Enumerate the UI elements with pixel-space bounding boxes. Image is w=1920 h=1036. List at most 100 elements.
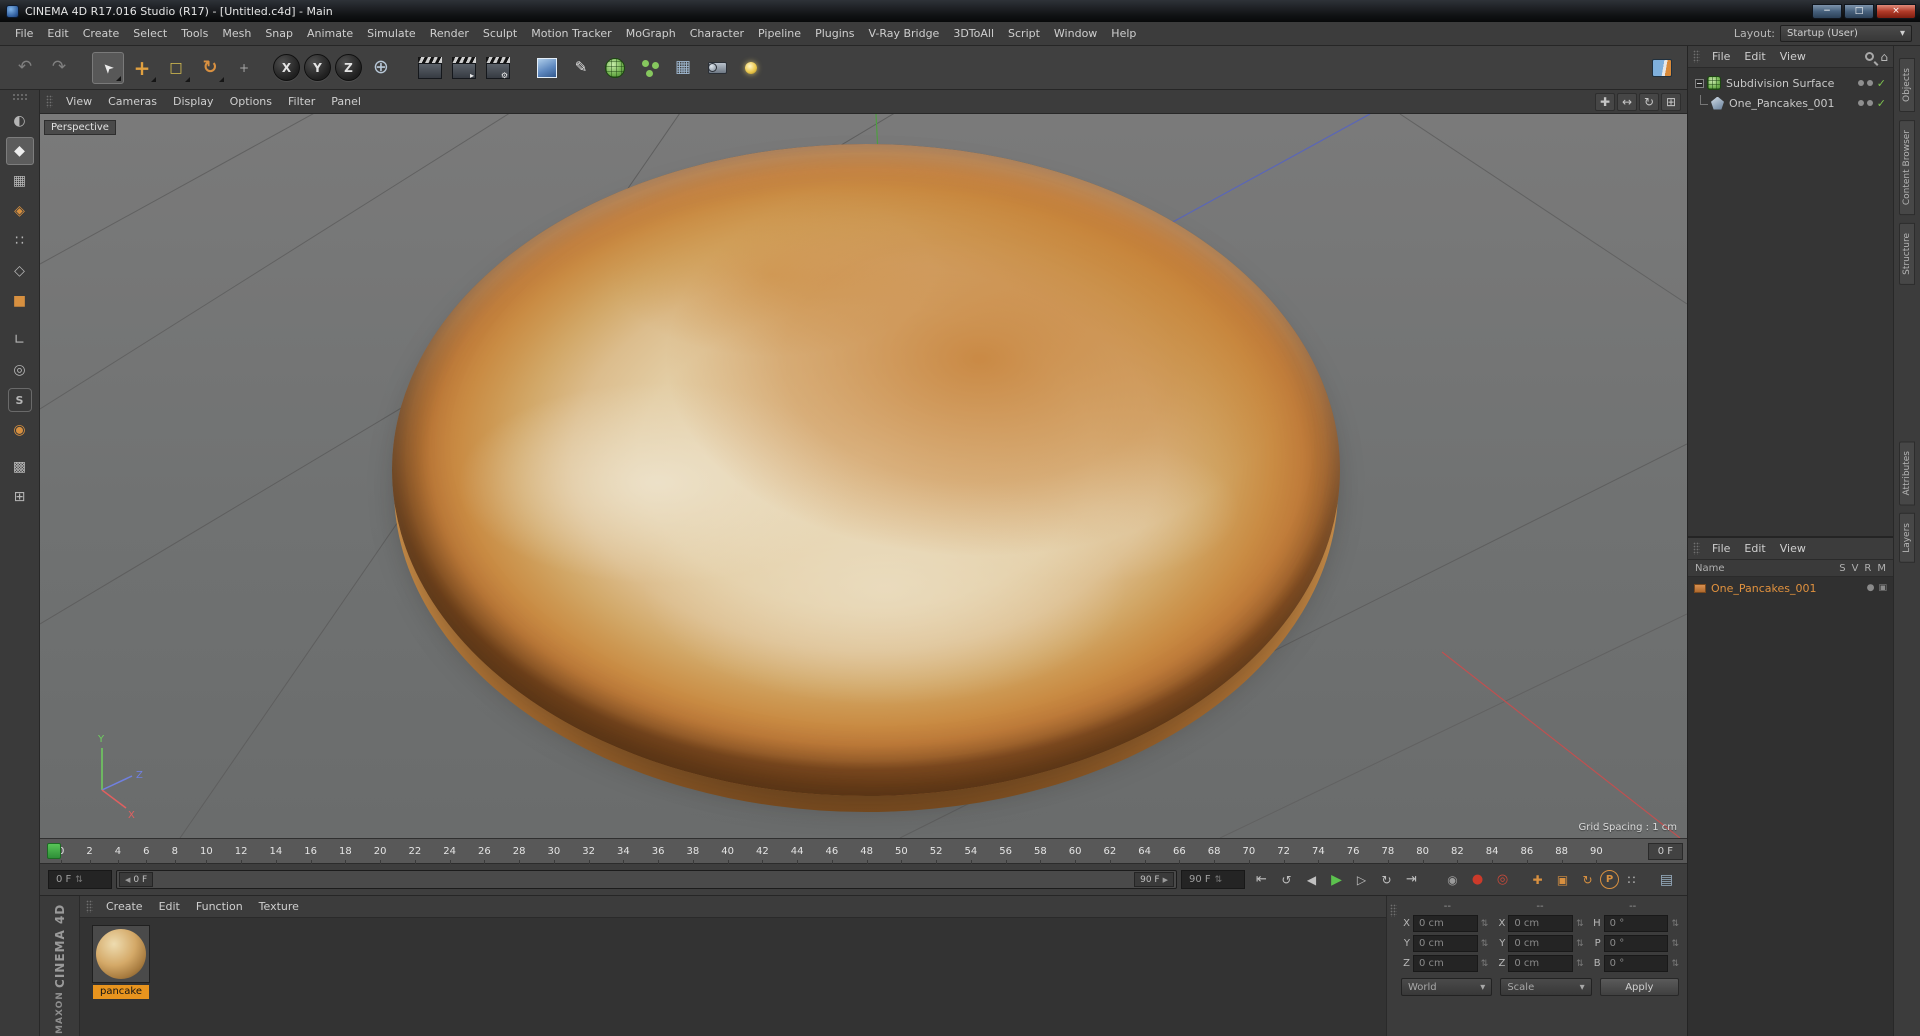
pan-view[interactable]: ✚ <box>1595 92 1615 111</box>
material-menu-item[interactable]: Create <box>98 900 151 913</box>
keyframe-selection[interactable]: ◎ <box>1490 869 1515 891</box>
side-tab[interactable]: Layers <box>1899 513 1915 564</box>
record-rotation[interactable]: ↻ <box>1575 869 1600 891</box>
material-item[interactable]: pancake <box>90 925 152 999</box>
points-mode[interactable]: ∷ <box>6 227 34 255</box>
menu-item[interactable]: 3DToAll <box>946 27 1001 40</box>
play-forwards[interactable]: ▶ <box>1324 869 1349 891</box>
menu-item[interactable]: Create <box>76 27 127 40</box>
side-tab[interactable]: Attributes <box>1899 441 1915 506</box>
menu-item[interactable]: Help <box>1104 27 1143 40</box>
next-frame[interactable]: ▷ <box>1349 869 1374 891</box>
viewport-menu-item[interactable]: Filter <box>280 95 323 108</box>
live-selection[interactable]: ➤ <box>92 51 124 84</box>
stepper-icon[interactable]: ⇅ <box>1215 875 1223 885</box>
light[interactable] <box>735 52 767 84</box>
subdivision-surface[interactable] <box>599 52 631 84</box>
current-frame-marker[interactable] <box>47 843 61 859</box>
snap-toggle[interactable]: S <box>7 388 32 412</box>
menu-item[interactable]: Render <box>423 27 476 40</box>
record-position[interactable]: ✚ <box>1525 869 1550 891</box>
rotate-tool[interactable]: ↻ <box>194 52 226 84</box>
menu-item[interactable]: MoGraph <box>619 27 683 40</box>
timeline-ruler[interactable]: 0 2 4 6 8 10 12 14 16 18 20 22 24 26 28 30 32 34 36 38 40 42 4… <box>40 838 1687 864</box>
stepper-icon[interactable]: ⇅ <box>1481 919 1489 929</box>
side-tab[interactable]: Structure <box>1899 223 1915 286</box>
layer-manager-menu-item[interactable]: File <box>1705 542 1737 555</box>
position-field[interactable]: 0 cm <box>1413 955 1478 972</box>
render-visibility-dot[interactable] <box>1866 80 1873 86</box>
range-end-field[interactable]: 90 F ⇅ <box>1181 870 1245 889</box>
palette-grip[interactable] <box>1390 904 1397 917</box>
scale-mode-select[interactable]: Scale ▾ <box>1500 978 1592 996</box>
record-pla[interactable]: ∷ <box>1619 869 1644 891</box>
floor-grid[interactable]: ▦ <box>667 52 699 84</box>
layer-color-swatch[interactable] <box>1694 583 1706 593</box>
side-tab[interactable]: Content Browser <box>1899 120 1915 216</box>
record-parameter[interactable]: P <box>1600 870 1619 889</box>
menu-item[interactable]: Motion Tracker <box>524 27 618 40</box>
workplane-mode[interactable]: ◈ <box>6 197 34 225</box>
scale-tool[interactable]: □ <box>160 52 192 84</box>
layer-manager-menu-item[interactable]: Edit <box>1737 542 1772 555</box>
texture-mode[interactable]: ▦ <box>6 167 34 195</box>
quantize-toggle[interactable]: ◉ <box>6 416 34 444</box>
menu-item[interactable]: Select <box>126 27 174 40</box>
array-mograph[interactable] <box>633 52 665 84</box>
close-window[interactable]: × <box>1876 3 1916 19</box>
make-editable[interactable]: ◐ <box>6 107 34 135</box>
layer-manager-menu-item[interactable]: View <box>1773 542 1813 555</box>
add-cube[interactable] <box>531 52 563 84</box>
coordinate-mode-select[interactable]: World ▾ <box>1401 978 1493 996</box>
side-tab[interactable]: Objects <box>1899 58 1915 113</box>
layer-row[interactable]: One_Pancakes_001 ● ▣ <box>1688 579 1893 597</box>
expander-icon[interactable] <box>1695 78 1704 88</box>
menu-item[interactable]: Mesh <box>215 27 258 40</box>
record-scale[interactable]: ▣ <box>1550 869 1575 891</box>
viewport-menu-item[interactable]: View <box>58 95 100 108</box>
lock-x-axis[interactable]: X <box>273 54 300 81</box>
stepper-icon[interactable]: ⇅ <box>75 875 83 885</box>
lock-y-axis[interactable]: Y <box>304 54 331 81</box>
stepper-icon[interactable]: ⇅ <box>1671 959 1679 969</box>
zoom-view[interactable]: ↔ <box>1617 92 1637 111</box>
minimize-window[interactable]: − <box>1812 3 1842 19</box>
pancake-object[interactable] <box>392 144 1340 796</box>
object-manager-menu-item[interactable]: View <box>1773 50 1813 63</box>
editor-visibility-dot[interactable] <box>1857 100 1864 106</box>
coordinate-system[interactable]: ⊕ <box>365 52 397 84</box>
rotation-field[interactable]: 0 ° <box>1603 955 1669 972</box>
workplane-align[interactable]: ⊞ <box>6 483 34 511</box>
tweak-mode[interactable]: ◎ <box>6 356 34 384</box>
home-icon[interactable]: ⌂ <box>1880 50 1888 64</box>
palette-grip[interactable] <box>1693 50 1700 63</box>
stepper-icon[interactable]: ⇅ <box>1481 939 1489 949</box>
range-start-field[interactable]: 0 F ⇅ <box>48 870 112 889</box>
position-field[interactable]: 0 cm <box>1413 915 1478 932</box>
menu-item[interactable]: Pipeline <box>751 27 808 40</box>
stepper-icon[interactable]: ⇅ <box>1576 959 1584 969</box>
autokey[interactable]: ● <box>1465 869 1490 891</box>
render-view[interactable] <box>414 52 446 84</box>
viewport-menu-item[interactable]: Display <box>165 95 222 108</box>
palette-book[interactable] <box>1646 52 1678 84</box>
camera[interactable] <box>701 52 733 84</box>
menu-item[interactable]: Plugins <box>808 27 861 40</box>
lock-z-axis[interactable]: Z <box>335 54 362 81</box>
menu-item[interactable]: V-Ray Bridge <box>861 27 946 40</box>
object-manager-menu-item[interactable]: Edit <box>1737 50 1772 63</box>
stepper-icon[interactable]: ⇅ <box>1576 939 1584 949</box>
menu-item[interactable]: Script <box>1001 27 1047 40</box>
menu-item[interactable]: Snap <box>258 27 300 40</box>
undo[interactable]: ↶ <box>9 52 41 84</box>
object-row[interactable]: One_Pancakes_001 ✓ <box>1691 93 1890 113</box>
material-label[interactable]: pancake <box>92 985 150 999</box>
enabled-check-icon[interactable]: ✓ <box>1877 97 1886 110</box>
model-mode[interactable]: ◆ <box>5 137 34 165</box>
layer-name[interactable]: One_Pancakes_001 <box>1711 582 1817 595</box>
object-manager-menu-item[interactable]: File <box>1705 50 1737 63</box>
menu-item[interactable]: Window <box>1047 27 1104 40</box>
material-menu-item[interactable]: Texture <box>251 900 307 913</box>
camera-label[interactable]: Perspective <box>44 120 116 135</box>
play-backwards[interactable]: ↺ <box>1274 869 1299 891</box>
